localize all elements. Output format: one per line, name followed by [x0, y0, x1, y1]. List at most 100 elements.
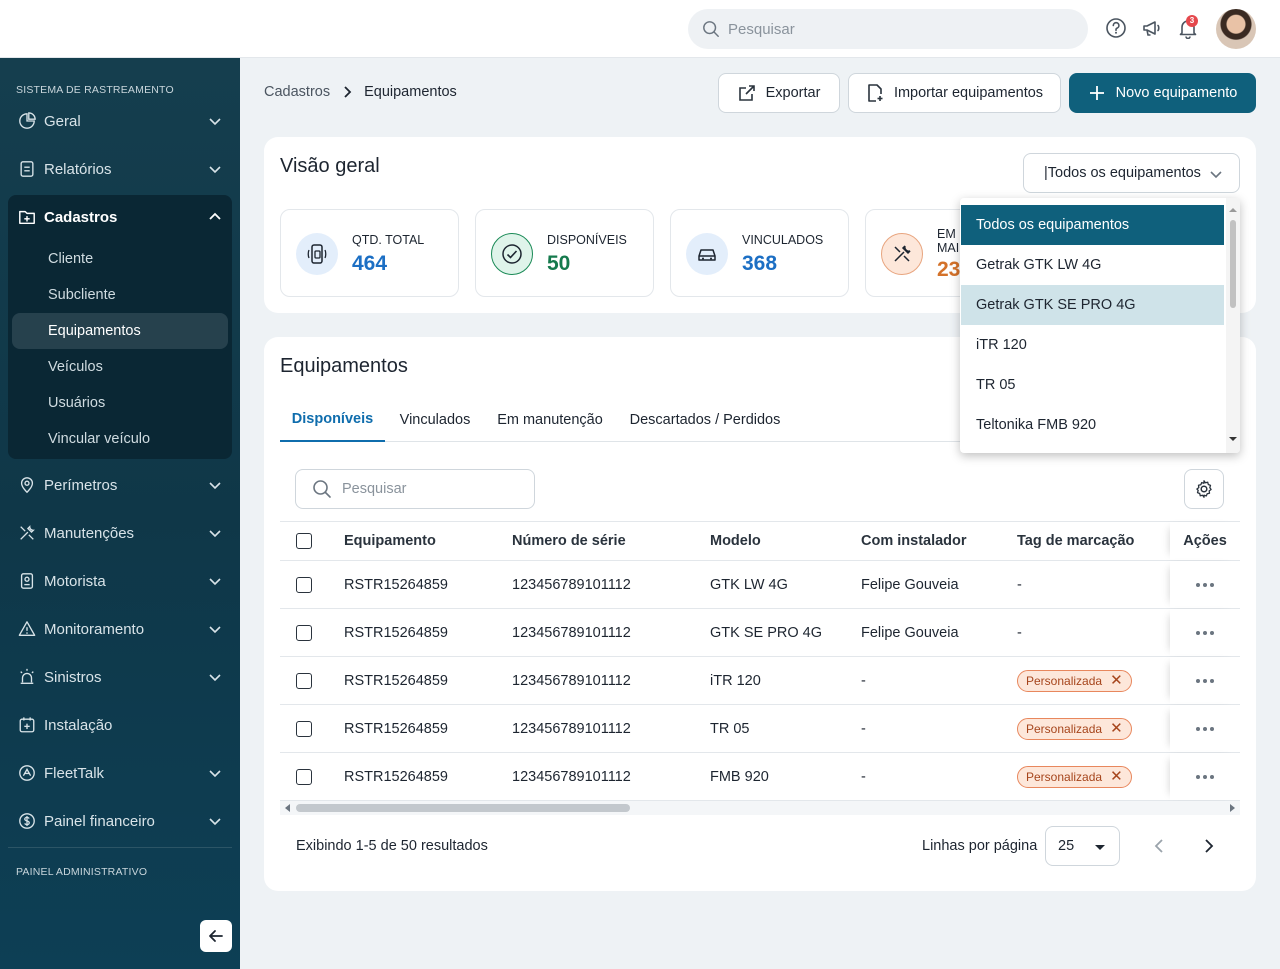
sidebar-item-motorista[interactable]: Motorista	[8, 559, 232, 603]
device-icon	[296, 233, 338, 275]
dropdown-option[interactable]: iTR 120	[961, 325, 1224, 365]
row-checkbox[interactable]	[296, 561, 312, 608]
global-search-input[interactable]	[728, 20, 1068, 38]
dropdown-option[interactable]: Todos os equipamentos	[961, 205, 1224, 245]
cell-serial: 123456789101112	[512, 672, 631, 689]
dropdown-option[interactable]: Getrak GTK SE PRO 4G	[961, 285, 1224, 325]
sidebar-item-manutencoes[interactable]: Manutenções	[8, 511, 232, 555]
chevron-down-icon	[209, 626, 221, 634]
row-checkbox[interactable]	[296, 705, 312, 752]
row-actions-button[interactable]	[1170, 561, 1240, 608]
close-icon[interactable]: ✕	[1110, 673, 1123, 688]
chevron-right-icon	[1205, 839, 1214, 853]
sidebar-item-fleettalk[interactable]: FleetTalk	[8, 751, 232, 795]
collapse-sidebar-button[interactable]	[200, 920, 232, 952]
search-icon	[313, 480, 331, 498]
chevron-right-icon	[344, 86, 352, 98]
scrollbar-thumb[interactable]	[296, 804, 630, 812]
select-all-checkbox[interactable]	[296, 522, 312, 560]
new-equipment-label: Novo equipamento	[1115, 85, 1238, 101]
table-row[interactable]: RSTR15264859 123456789101112 GTK LW 4G F…	[280, 561, 1240, 609]
folder-plus-icon	[19, 210, 35, 225]
sidebar-item-label: FleetTalk	[44, 764, 105, 782]
previous-page-button[interactable]	[1148, 834, 1172, 858]
column-header[interactable]: Número de série	[512, 522, 626, 560]
column-header[interactable]: Equipamento	[344, 522, 436, 560]
stat-value: 50	[547, 252, 571, 275]
cell-installer: -	[861, 720, 866, 737]
more-icon	[1196, 678, 1214, 683]
rows-per-page-select[interactable]: 25	[1045, 826, 1120, 866]
submenu-item-vincular-veiculo[interactable]: Vincular veículo	[12, 421, 228, 457]
sidebar-item-geral[interactable]: Geral	[8, 99, 232, 143]
row-actions-button[interactable]	[1170, 609, 1240, 656]
row-actions-button[interactable]	[1170, 657, 1240, 704]
sidebar-item-perimetros[interactable]: Perímetros	[8, 463, 232, 507]
sidebar-item-monitoramento[interactable]: Monitoramento	[8, 607, 232, 651]
import-button[interactable]: Importar equipamentos	[848, 73, 1061, 113]
sidebar-item-cadastros[interactable]: Cadastros	[8, 195, 232, 239]
scrollbar-thumb[interactable]	[1230, 220, 1236, 308]
cell-installer: Felipe Gouveia	[861, 624, 959, 641]
row-checkbox[interactable]	[296, 609, 312, 656]
table-row[interactable]: RSTR15264859 123456789101112 TR 05 - Per…	[280, 705, 1240, 753]
sidebar-item-sinistros[interactable]: Sinistros	[8, 655, 232, 699]
equipment-filter-select[interactable]: |Todos os equipamentos	[1023, 153, 1240, 193]
table-row[interactable]: RSTR15264859 123456789101112 FMB 920 - P…	[280, 753, 1240, 801]
scroll-down-arrow[interactable]	[1229, 437, 1237, 441]
next-page-button[interactable]	[1196, 834, 1220, 858]
new-equipment-button[interactable]: Novo equipamento	[1069, 73, 1256, 113]
document-icon	[20, 161, 34, 177]
cell-serial: 123456789101112	[512, 576, 631, 593]
sidebar-item-relatorios[interactable]: Relatórios	[8, 147, 232, 191]
breadcrumb-parent[interactable]: Cadastros	[264, 84, 330, 100]
close-icon[interactable]: ✕	[1110, 769, 1123, 784]
dropdown-option[interactable]: Getrak GTK LW 4G	[961, 245, 1224, 285]
column-header[interactable]: Tag de marcação	[1017, 522, 1134, 560]
help-icon[interactable]	[1105, 17, 1127, 39]
submenu-item-veiculos[interactable]: Veículos	[12, 349, 228, 385]
submenu-item-subcliente[interactable]: Subcliente	[12, 277, 228, 313]
table-row[interactable]: RSTR15264859 123456789101112 iTR 120 - P…	[280, 657, 1240, 705]
table-search-input[interactable]	[342, 481, 522, 497]
cell-serial: 123456789101112	[512, 624, 631, 641]
chevron-down-icon	[209, 674, 221, 682]
export-button[interactable]: Exportar	[718, 73, 840, 113]
submenu-item-equipamentos[interactable]: Equipamentos	[12, 313, 228, 349]
row-checkbox[interactable]	[296, 753, 312, 800]
column-header[interactable]: Modelo	[710, 522, 761, 560]
sidebar-item-label: Sinistros	[44, 668, 102, 686]
tab-vinculados[interactable]: Vinculados	[390, 398, 480, 442]
sidebar-item-instalacao[interactable]: Instalação	[8, 703, 232, 747]
scroll-right-arrow[interactable]	[1230, 804, 1235, 812]
user-avatar[interactable]	[1216, 9, 1256, 49]
horizontal-scrollbar[interactable]	[280, 801, 1240, 815]
dropdown-option[interactable]: Teltonika FMB 920	[961, 405, 1224, 445]
dropdown-option[interactable]: TR 05	[961, 365, 1224, 405]
row-actions-button[interactable]	[1170, 753, 1240, 800]
submenu-item-usuarios[interactable]: Usuários	[12, 385, 228, 421]
table-row[interactable]: RSTR15264859 123456789101112 GTK SE PRO …	[280, 609, 1240, 657]
global-search[interactable]	[688, 9, 1088, 49]
tag-chip: Personalizada ✕	[1017, 765, 1132, 788]
submenu-item-cliente[interactable]: Cliente	[12, 241, 228, 277]
map-pin-icon	[20, 477, 34, 494]
close-icon[interactable]: ✕	[1110, 721, 1123, 736]
table-search[interactable]	[295, 469, 535, 509]
scroll-left-arrow[interactable]	[285, 804, 290, 812]
cell-model: TR 05	[710, 720, 750, 737]
tab-descartados-perdidos[interactable]: Descartados / Perdidos	[622, 398, 788, 442]
dropdown-scrollbar[interactable]	[1226, 198, 1240, 453]
chevron-down-icon	[209, 818, 221, 826]
row-checkbox[interactable]	[296, 657, 312, 704]
tab-disponiveis[interactable]: Disponíveis	[280, 398, 385, 442]
cell-equipment: RSTR15264859	[344, 768, 448, 785]
cell-serial: 123456789101112	[512, 720, 631, 737]
scroll-up-arrow[interactable]	[1229, 208, 1237, 212]
table-settings-button[interactable]	[1184, 469, 1224, 509]
column-header[interactable]: Com instalador	[861, 522, 967, 560]
megaphone-icon[interactable]	[1141, 17, 1163, 39]
tab-em-manutencao[interactable]: Em manutenção	[492, 398, 608, 442]
sidebar-item-painel-financeiro[interactable]: Painel financeiro	[8, 799, 232, 843]
row-actions-button[interactable]	[1170, 705, 1240, 752]
